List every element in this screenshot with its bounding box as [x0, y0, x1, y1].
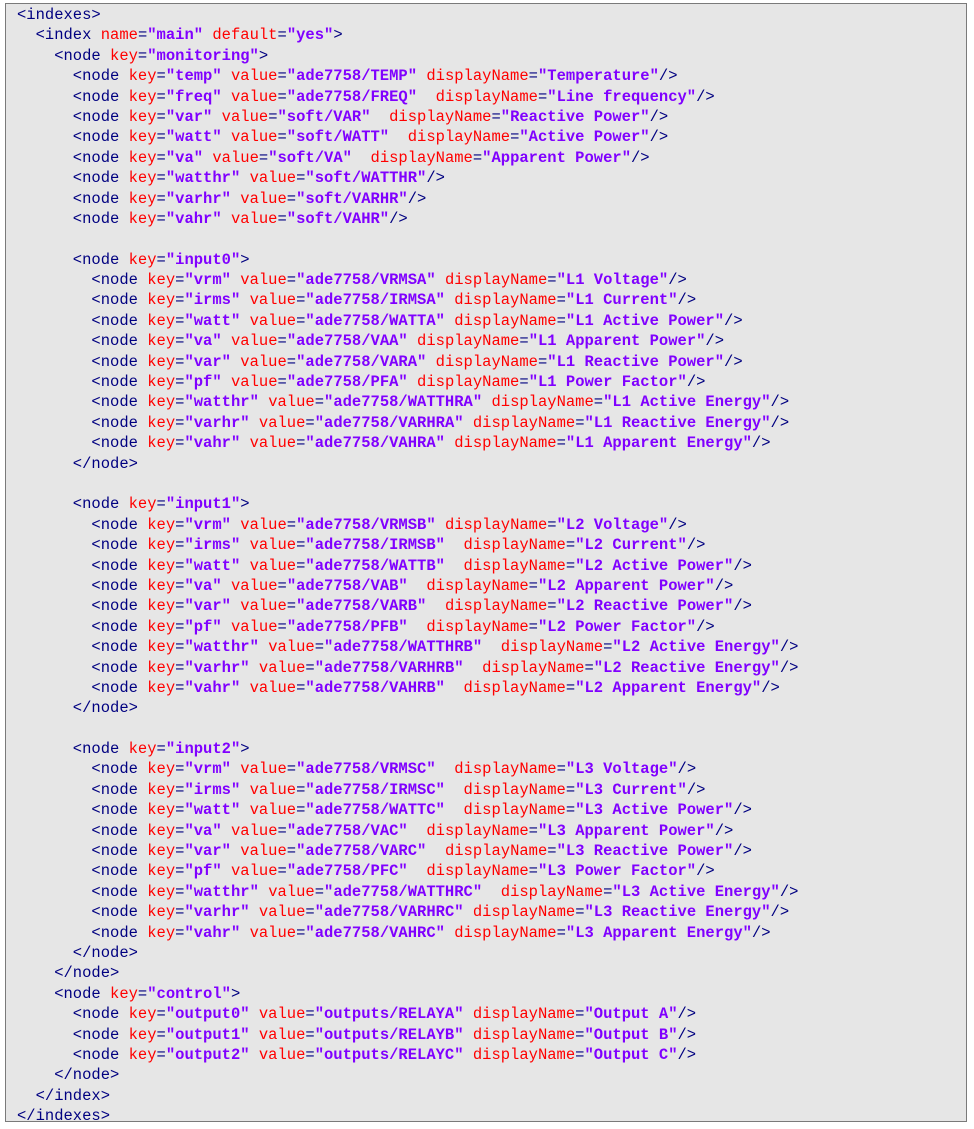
code-line: <node key="vrm" value="ade7758/VRMSC" di…	[17, 760, 697, 779]
code-line: </node>	[17, 699, 138, 718]
code-line: <node key="irms" value="ade7758/IRMSA" d…	[17, 291, 697, 310]
code-line: <node key="output0" value="outputs/RELAY…	[17, 1005, 697, 1024]
code-line: </node>	[17, 454, 138, 473]
code-line: <node key="irms" value="ade7758/IRMSC" d…	[17, 780, 706, 799]
code-line: </node>	[17, 1066, 120, 1085]
xml-code-listing: <indexes> <index name="main" default="ye…	[5, 3, 967, 1125]
code-line: </indexes>	[17, 1107, 111, 1126]
code-line: <node key="vrm" value="ade7758/VRMSA" di…	[17, 271, 687, 290]
code-line: <node key="control">	[17, 984, 241, 1003]
code-line: <node key="monitoring">	[17, 46, 269, 65]
code-line: <node key="output2" value="outputs/RELAY…	[17, 1045, 697, 1064]
code-line: <node key="vahr" value="soft/VAHR"/>	[17, 209, 408, 228]
code-line: <node key="va" value="ade7758/VAB" displ…	[17, 576, 734, 595]
code-line: <index name="main" default="yes">	[17, 26, 343, 45]
code-line: <indexes>	[17, 6, 101, 24]
code-line: <node key="va" value="ade7758/VAC" displ…	[17, 821, 734, 840]
code-line: <node key="watt" value="ade7758/WATTA" d…	[17, 311, 743, 330]
code-line: <node key="watthr" value="ade7758/WATTHR…	[17, 638, 799, 657]
code-line: <node key="freq" value="ade7758/FREQ" di…	[17, 87, 715, 106]
code-line: </node>	[17, 964, 120, 983]
code-line: </node>	[17, 943, 138, 962]
code-line: <node key="pf" value="ade7758/PFC" displ…	[17, 862, 715, 881]
code-line: <node key="irms" value="ade7758/IRMSB" d…	[17, 536, 706, 555]
code-line: <node key="pf" value="ade7758/PFB" displ…	[17, 617, 715, 636]
code-line: <node key="watthr" value="soft/WATTHR"/>	[17, 169, 445, 188]
code-line: <node key="watt" value="ade7758/WATTC" d…	[17, 801, 752, 820]
code-line: <node key="va" value="soft/VA" displayNa…	[17, 148, 650, 167]
code-line: <node key="watt" value="soft/WATT" displ…	[17, 128, 669, 147]
code-line: <node key="var" value="ade7758/VARA" dis…	[17, 352, 743, 371]
code-line: <node key="varhr" value="soft/VARHR"/>	[17, 189, 427, 208]
code-line: <node key="var" value="ade7758/VARB" dis…	[17, 597, 752, 616]
code-line: <node key="vahr" value="ade7758/VAHRA" d…	[17, 434, 771, 453]
code-line: <node key="output1" value="outputs/RELAY…	[17, 1025, 697, 1044]
code-line: <node key="input1">	[17, 495, 250, 514]
code-line: <node key="temp" value="ade7758/TEMP" di…	[17, 67, 678, 86]
code-line: <node key="pf" value="ade7758/PFA" displ…	[17, 373, 706, 392]
code-line: <node key="vrm" value="ade7758/VRMSB" di…	[17, 515, 687, 534]
code-line: <node key="vahr" value="ade7758/VAHRB" d…	[17, 678, 780, 697]
code-line: <node key="va" value="ade7758/VAA" displ…	[17, 332, 725, 351]
code-line: <node key="var" value="soft/VAR" display…	[17, 107, 669, 126]
code-line: <node key="input2">	[17, 740, 250, 759]
code-line: <node key="input0">	[17, 250, 250, 269]
code-line: <node key="watthr" value="ade7758/WATTHR…	[17, 393, 790, 412]
code-line: <node key="varhr" value="ade7758/VARHRC"…	[17, 903, 790, 922]
code-line: <node key="varhr" value="ade7758/VARHRA"…	[17, 413, 790, 432]
code-lines: <indexes> <index name="main" default="ye…	[17, 5, 966, 1126]
code-line: <node key="vahr" value="ade7758/VAHRC" d…	[17, 923, 771, 942]
code-line: <node key="varhr" value="ade7758/VARHRB"…	[17, 658, 799, 677]
code-line: <node key="watt" value="ade7758/WATTB" d…	[17, 556, 752, 575]
code-line: </index>	[17, 1086, 111, 1105]
code-line: <node key="var" value="ade7758/VARC" dis…	[17, 842, 752, 861]
code-line: <node key="watthr" value="ade7758/WATTHR…	[17, 882, 799, 901]
